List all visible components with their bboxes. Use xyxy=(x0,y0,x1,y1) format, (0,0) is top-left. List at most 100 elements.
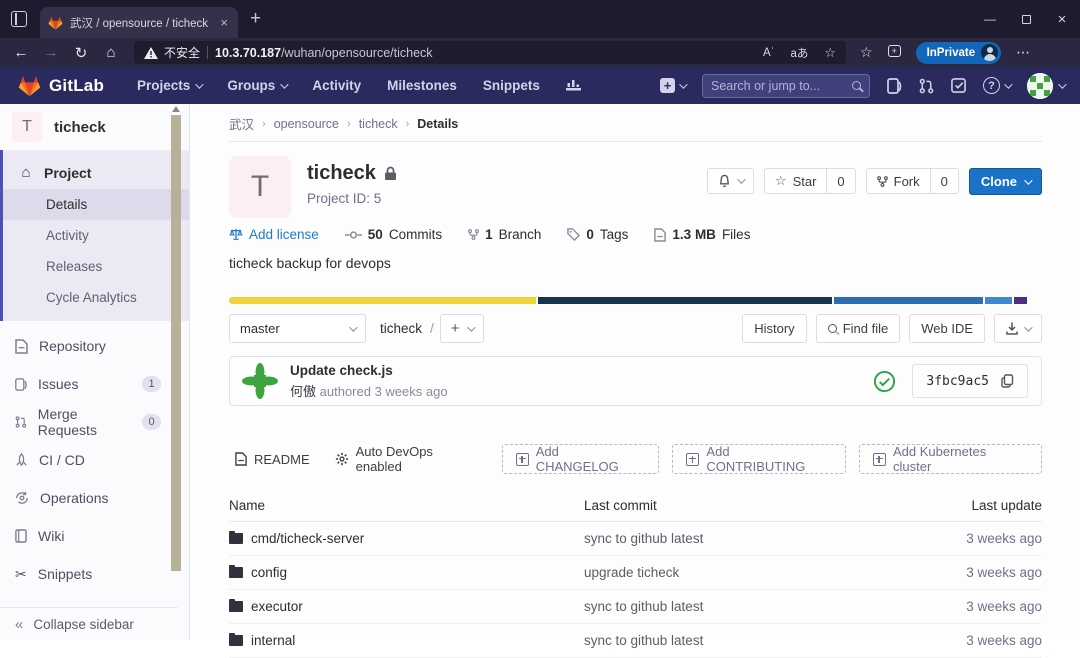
collapse-sidebar-button[interactable]: « Collapse sidebar xyxy=(0,607,178,640)
new-menu-button[interactable]: + xyxy=(660,78,688,93)
nav-projects[interactable]: Projects xyxy=(126,72,212,99)
read-aloud-icon[interactable]: Aʾ xyxy=(763,47,775,59)
chevron-down-icon xyxy=(349,322,358,332)
add-favorite-icon[interactable]: ☆ xyxy=(824,45,836,61)
sidebar-item-project[interactable]: ⌂ Project xyxy=(3,156,189,189)
tab-actions-icon[interactable] xyxy=(11,11,27,27)
sidebar-item-issues[interactable]: Issues 1 xyxy=(0,365,189,403)
download-button[interactable] xyxy=(994,314,1042,343)
user-menu[interactable] xyxy=(1027,72,1067,99)
maximize-button[interactable] xyxy=(1008,0,1044,38)
add-contributing-button[interactable]: Add CONTRIBUTING xyxy=(672,444,846,474)
auto-devops-button[interactable]: Auto DevOps enabled xyxy=(329,444,489,474)
add-file-button[interactable]: + xyxy=(439,314,484,343)
nav-milestones[interactable]: Milestones xyxy=(376,72,468,99)
forward-icon[interactable]: → xyxy=(36,44,66,61)
sidebar-item-details[interactable]: Details xyxy=(3,189,189,220)
sidebar-item-wiki[interactable]: Wiki xyxy=(0,517,189,555)
nav-groups[interactable]: Groups xyxy=(216,72,297,99)
todos-icon[interactable] xyxy=(951,78,966,93)
sidebar-item-merge-requests[interactable]: Merge Requests 0 xyxy=(0,403,189,441)
breadcrumb-group[interactable]: 武汉 xyxy=(229,114,254,133)
minimize-button[interactable]: — xyxy=(972,0,1008,38)
commit-message-link[interactable]: Update check.js xyxy=(290,363,448,378)
folder-link[interactable]: executor xyxy=(229,598,584,614)
sidebar-item-activity[interactable]: Activity xyxy=(3,220,189,251)
browser-tab[interactable]: 武汉 / opensource / ticheck · Gi × xyxy=(40,7,238,38)
help-menu[interactable]: ? xyxy=(983,77,1013,94)
branch-selector[interactable]: master xyxy=(229,314,366,343)
breadcrumb-project[interactable]: ticheck xyxy=(359,117,398,131)
nav-snippets[interactable]: Snippets xyxy=(472,72,551,99)
issues-icon[interactable] xyxy=(887,77,902,94)
home-icon: ⌂ xyxy=(21,164,31,181)
merge-requests-icon[interactable] xyxy=(919,78,934,94)
chart-icon[interactable] xyxy=(555,73,592,98)
gitlab-logo[interactable]: GitLab xyxy=(18,75,104,97)
sidebar-item-ci-cd[interactable]: CI / CD xyxy=(0,441,189,479)
history-button[interactable]: History xyxy=(742,314,807,343)
fork-button[interactable]: Fork xyxy=(867,169,930,193)
commit-author-line: 何傲 authored 3 weeks ago xyxy=(290,383,448,399)
folder-link[interactable]: cmd/ticheck-server xyxy=(229,530,584,546)
files-link[interactable]: 1.3 MB Files xyxy=(654,227,750,242)
commit-author[interactable]: 何傲 xyxy=(290,384,316,399)
merge-request-icon xyxy=(15,416,27,428)
star-button[interactable]: ☆ Star xyxy=(765,169,827,193)
refresh-icon[interactable]: ↻ xyxy=(66,44,96,62)
new-tab-button[interactable]: + xyxy=(250,8,261,30)
sidebar-item-snippets[interactable]: ✂ Snippets xyxy=(0,555,189,593)
commit-message-link[interactable]: upgrade ticheck xyxy=(584,555,865,590)
star-icon: ☆ xyxy=(774,173,787,188)
translate-icon[interactable]: aあ xyxy=(790,45,808,61)
path-separator: / xyxy=(430,321,434,336)
find-file-button[interactable]: Find file xyxy=(815,314,901,343)
tab-close-icon[interactable]: × xyxy=(218,15,230,30)
pipeline-success-icon[interactable] xyxy=(873,370,896,393)
commit-sha[interactable]: 3fbc9ac5 xyxy=(926,374,989,389)
sidebar-scrollbar[interactable] xyxy=(170,104,182,607)
sidebar-item-cycle-analytics[interactable]: Cycle Analytics xyxy=(3,282,189,313)
commits-link[interactable]: 50 Commits xyxy=(344,227,442,242)
readme-button[interactable]: README xyxy=(229,444,316,474)
collections-icon[interactable]: + xyxy=(887,44,901,62)
sidebar-item-releases[interactable]: Releases xyxy=(3,251,189,282)
folder-link[interactable]: config xyxy=(229,564,584,580)
star-count[interactable]: 0 xyxy=(826,169,854,193)
clone-button[interactable]: Clone xyxy=(968,168,1042,195)
search-input[interactable] xyxy=(711,78,846,93)
table-row: cmd/ticheck-server sync to github latest… xyxy=(229,521,1042,556)
nav-activity[interactable]: Activity xyxy=(301,72,372,99)
copy-icon[interactable] xyxy=(1001,374,1014,388)
favorites-bar-icon[interactable]: ☆ xyxy=(860,44,873,61)
home-icon[interactable]: ⌂ xyxy=(96,44,126,61)
add-kubernetes-button[interactable]: Add Kubernetes cluster xyxy=(858,444,1042,474)
commit-message-link[interactable]: sync to github latest xyxy=(584,589,865,624)
inprivate-badge[interactable]: InPrivate xyxy=(915,41,1002,64)
back-icon[interactable]: ← xyxy=(6,44,36,61)
search-box[interactable] xyxy=(702,73,870,98)
fork-count[interactable]: 0 xyxy=(929,169,958,193)
tags-link[interactable]: 0 Tags xyxy=(567,227,628,242)
add-license-link[interactable]: Add license xyxy=(229,227,319,242)
close-button[interactable]: × xyxy=(1044,0,1080,38)
sidebar-item-repository[interactable]: Repository xyxy=(0,327,189,365)
commit-message-link[interactable]: sync to github latest xyxy=(584,521,865,556)
repo-root-link[interactable]: ticheck xyxy=(380,321,422,336)
web-ide-button[interactable]: Web IDE xyxy=(909,314,985,343)
folder-link[interactable]: internal xyxy=(229,632,584,648)
sidebar-project-header[interactable]: T ticheck xyxy=(0,104,189,150)
branch-link[interactable]: 1 Branch xyxy=(468,227,541,242)
more-menu-icon[interactable]: ⋯ xyxy=(1016,44,1030,61)
breadcrumb-subgroup[interactable]: opensource xyxy=(274,117,339,131)
language-bar[interactable] xyxy=(229,297,1042,304)
scrollbar-thumb[interactable] xyxy=(171,115,181,571)
commit-message-link[interactable]: sync to github latest xyxy=(584,623,865,658)
address-bar[interactable]: 不安全 10.3.70.187/wuhan/opensource/ticheck… xyxy=(134,41,846,64)
notification-button[interactable] xyxy=(706,168,754,194)
add-changelog-button[interactable]: Add CHANGELOG xyxy=(501,444,660,474)
security-warning[interactable]: 不安全 xyxy=(144,44,200,61)
sidebar-item-operations[interactable]: Operations xyxy=(0,479,189,517)
column-header-name: Name xyxy=(229,492,584,522)
scroll-up-arrow[interactable] xyxy=(172,106,180,112)
